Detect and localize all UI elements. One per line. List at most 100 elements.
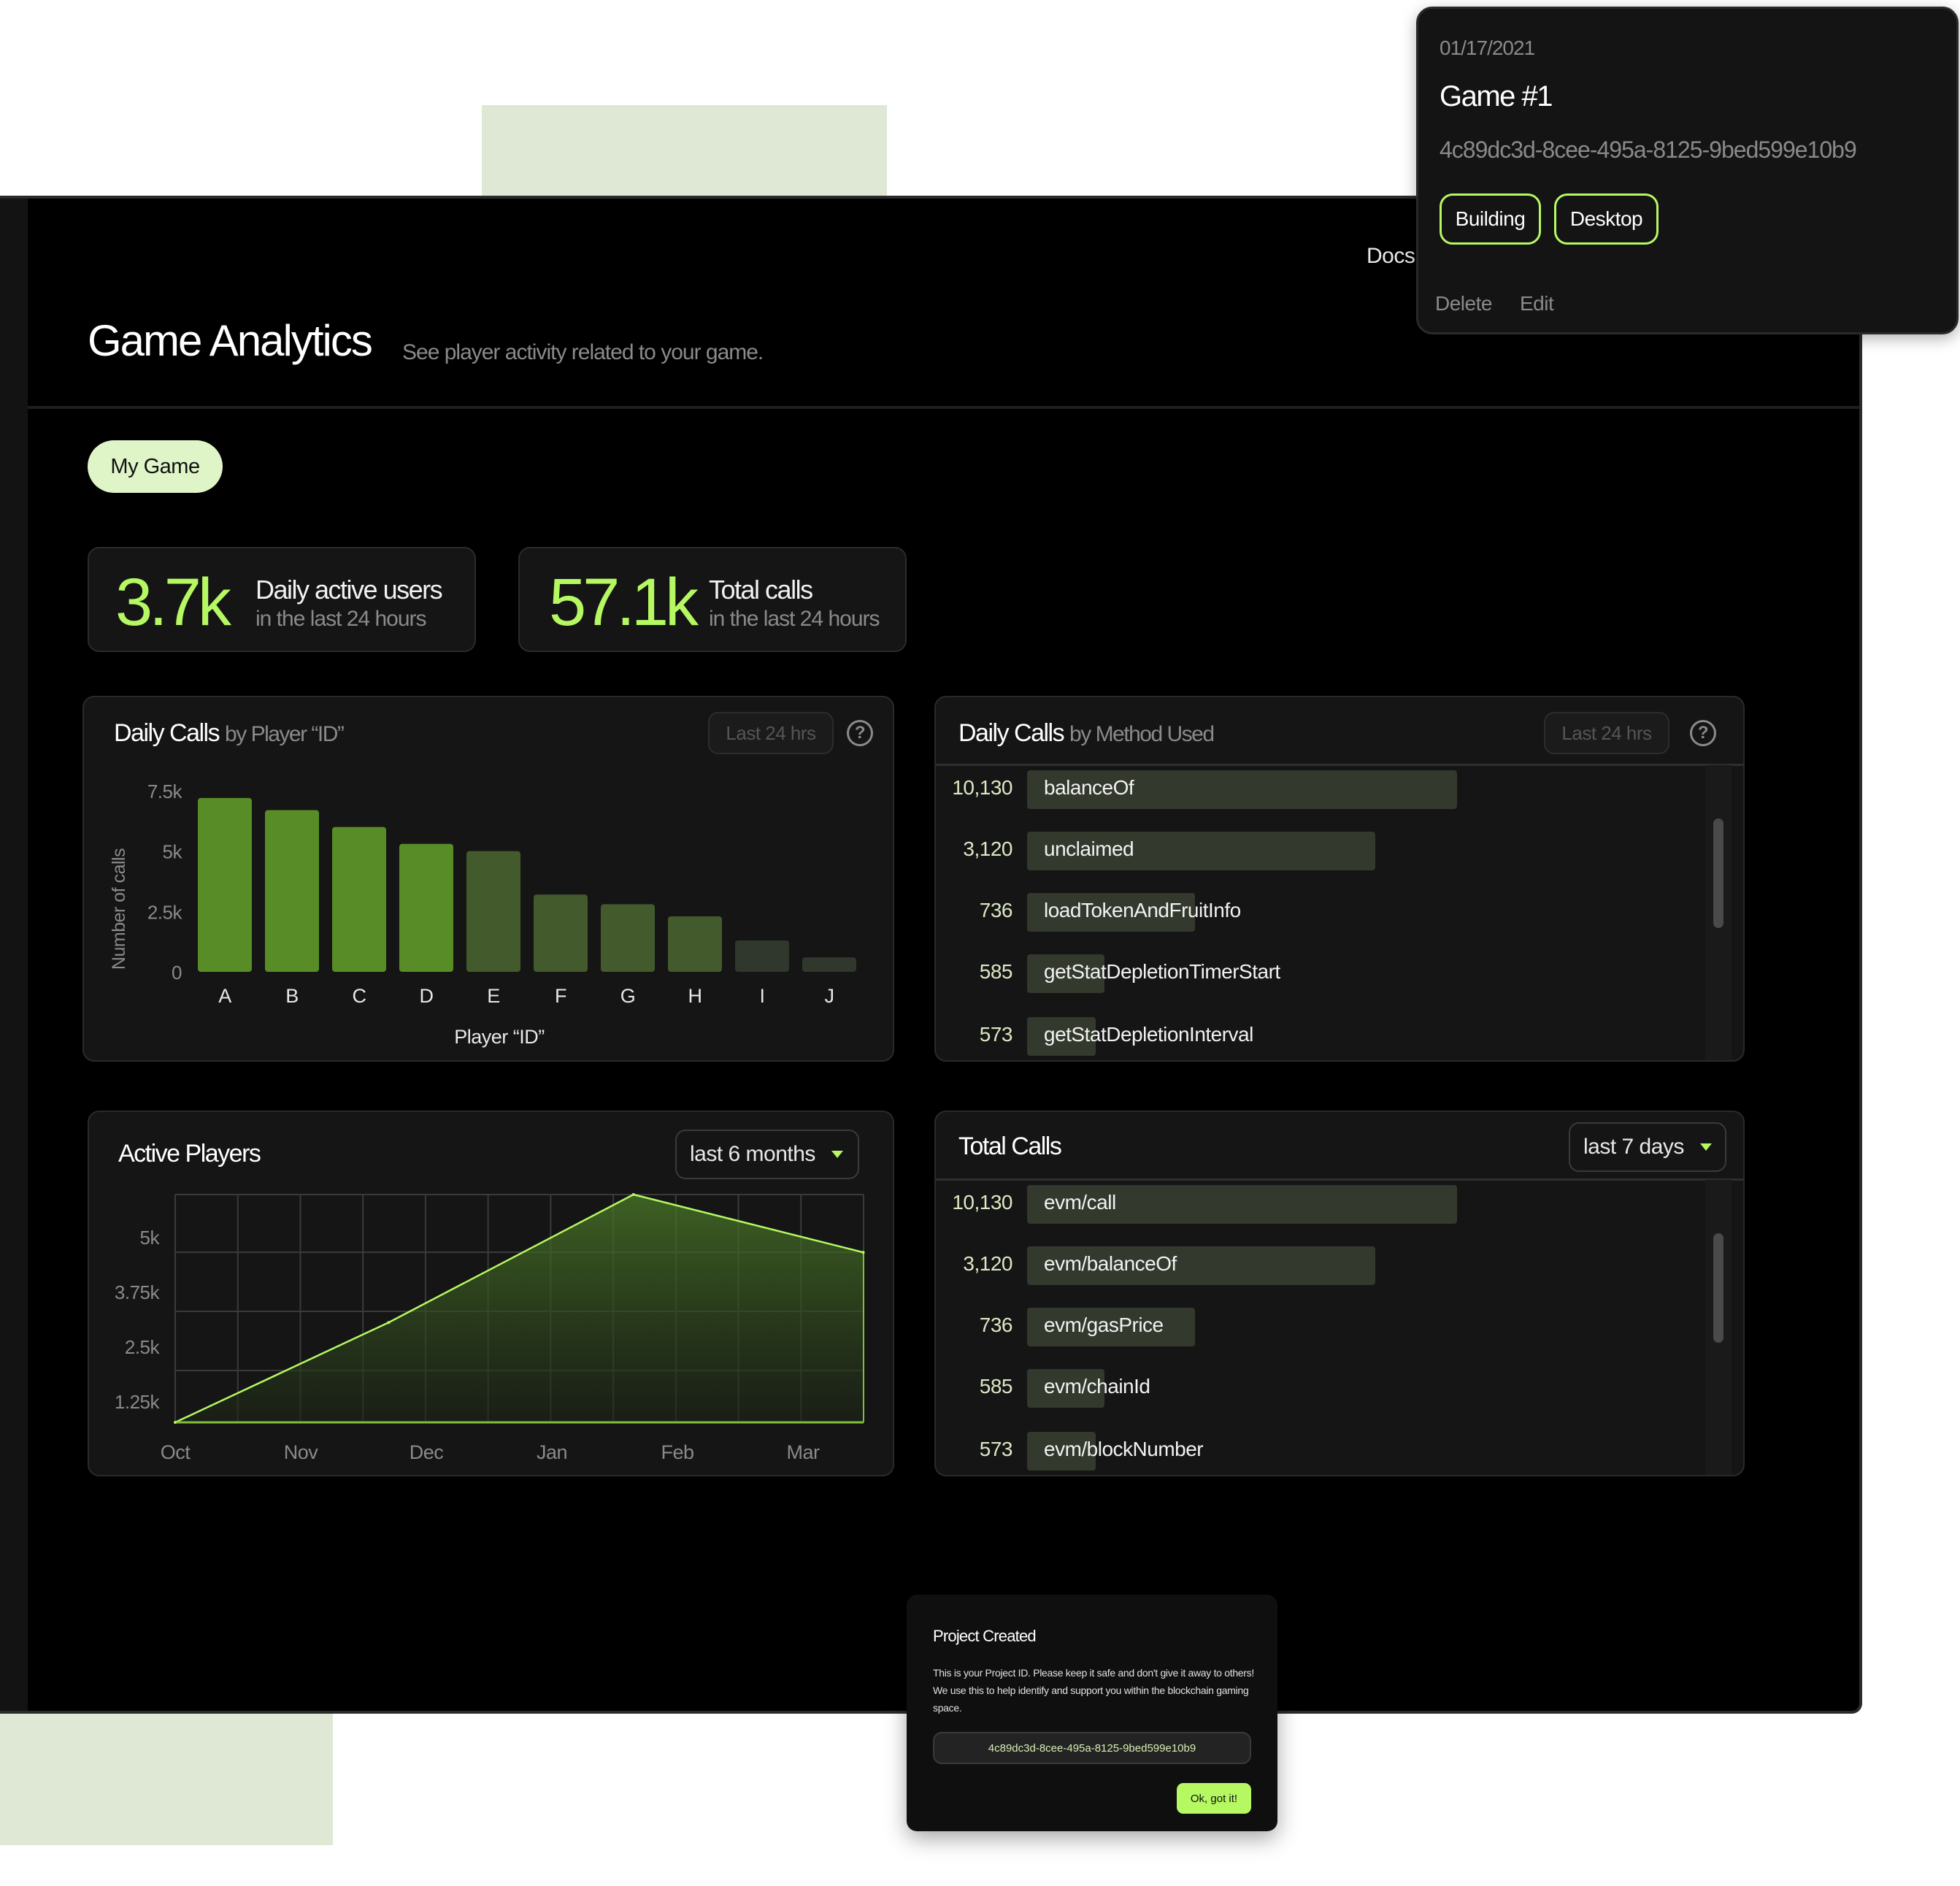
list-row[interactable]: 3,120 evm/balanceOf bbox=[936, 1246, 1710, 1285]
stat-sublabel: in the last 24 hours bbox=[709, 607, 880, 631]
delete-button[interactable]: Delete bbox=[1435, 292, 1492, 315]
method-list: 10,130 balanceOf 3,120 unclaimed 736 loadToke… bbox=[936, 697, 1710, 1060]
list-row[interactable]: 10,130 evm/call bbox=[936, 1185, 1710, 1224]
sidebar-strip bbox=[0, 199, 28, 1711]
x-tick-label: Dec bbox=[410, 1441, 444, 1463]
docs-link[interactable]: Docs bbox=[1367, 244, 1415, 269]
data-point[interactable] bbox=[631, 1193, 635, 1196]
list-row[interactable]: 736 loadTokenAndFruitInfo bbox=[936, 893, 1710, 932]
bar-F[interactable] bbox=[534, 894, 588, 972]
method-name: loadTokenAndFruitInfo bbox=[1044, 899, 1241, 921]
method-name: getStatDepletionInterval bbox=[1044, 1023, 1253, 1046]
header-divider bbox=[28, 406, 1859, 409]
game-card: 01/17/2021 Game #1 4c89dc3d-8cee-495a-81… bbox=[1416, 7, 1959, 334]
decorative-block-bottom bbox=[0, 1714, 333, 1845]
list-row[interactable]: 585 getStatDepletionTimerStart bbox=[936, 954, 1710, 993]
modal-title: Project Created bbox=[933, 1627, 1037, 1645]
bar-H[interactable] bbox=[668, 916, 722, 972]
method-name: evm/balanceOf bbox=[1044, 1252, 1177, 1275]
project-created-modal: Project Created This is your Project ID.… bbox=[907, 1595, 1277, 1831]
method-name: unclaimed bbox=[1044, 837, 1134, 860]
area-fill bbox=[175, 1195, 864, 1422]
x-tick-label: E bbox=[487, 985, 500, 1007]
y-tick-label: 2.5k bbox=[147, 901, 183, 923]
x-tick-label: Jan bbox=[537, 1441, 567, 1463]
x-tick-label: B bbox=[285, 985, 299, 1007]
data-point[interactable] bbox=[861, 1251, 865, 1254]
x-tick-label: C bbox=[353, 985, 366, 1007]
x-tick-label: Mar bbox=[787, 1441, 820, 1463]
stat-card-daily-active-users: 3.7k Daily active users in the last 24 h… bbox=[88, 547, 476, 652]
list-row[interactable]: 573 getStatDepletionInterval bbox=[936, 1017, 1710, 1056]
game-date: 01/17/2021 bbox=[1440, 37, 1535, 59]
edit-button[interactable]: Edit bbox=[1520, 292, 1554, 315]
stat-sublabel: in the last 24 hours bbox=[255, 607, 426, 631]
y-tick-label: 5k bbox=[163, 841, 183, 863]
list-row[interactable]: 573 evm/blockNumber bbox=[936, 1432, 1710, 1471]
y-tick-label: 0 bbox=[172, 962, 182, 984]
daily-calls-by-method-panel: Daily Calls by Method Used Last 24 hrs ?… bbox=[934, 696, 1745, 1062]
data-point[interactable] bbox=[387, 1321, 391, 1325]
total-calls-panel: Total Calls last 7 days 10,130 evm/call 3,… bbox=[934, 1111, 1745, 1476]
tag-building[interactable]: Building bbox=[1440, 193, 1541, 245]
data-point[interactable] bbox=[174, 1421, 177, 1424]
bar-A[interactable] bbox=[198, 797, 252, 972]
page-title: Game Analytics bbox=[88, 316, 373, 365]
x-tick-label: A bbox=[218, 985, 231, 1007]
game-id: 4c89dc3d-8cee-495a-8125-9bed599e10b9 bbox=[1440, 137, 1857, 163]
method-name: evm/chainId bbox=[1044, 1375, 1150, 1398]
call-count: 736 bbox=[979, 1314, 1013, 1336]
decorative-block-top bbox=[482, 105, 887, 196]
y-tick-label: 5k bbox=[140, 1227, 161, 1249]
method-name: getStatDepletionTimerStart bbox=[1044, 960, 1280, 983]
dashboard-window: Docs Game Analytics See player activity … bbox=[0, 196, 1862, 1714]
x-tick-label: F bbox=[555, 985, 566, 1007]
x-tick-label: Feb bbox=[661, 1441, 693, 1463]
list-row[interactable]: 585 evm/chainId bbox=[936, 1369, 1710, 1408]
bar-J[interactable] bbox=[802, 957, 856, 972]
method-name: balanceOf bbox=[1044, 776, 1134, 799]
list-row[interactable]: 3,120 unclaimed bbox=[936, 832, 1710, 870]
tab-my-game[interactable]: My Game bbox=[88, 440, 223, 493]
call-count: 736 bbox=[979, 899, 1013, 921]
x-tick-label: D bbox=[420, 985, 434, 1007]
active-players-panel: Active Players last 6 months 1.25k 2.5k 3.… bbox=[88, 1111, 894, 1476]
x-axis-title: Player “ID” bbox=[454, 1026, 545, 1048]
call-count: 10,130 bbox=[952, 1191, 1012, 1214]
bar-G[interactable] bbox=[601, 904, 655, 972]
tag-desktop[interactable]: Desktop bbox=[1554, 193, 1659, 245]
y-tick-label: 3.75k bbox=[115, 1281, 161, 1303]
y-tick-label: 2.5k bbox=[125, 1336, 161, 1358]
stat-label: Total calls bbox=[709, 575, 813, 605]
list-row[interactable]: 10,130 balanceOf bbox=[936, 770, 1710, 809]
bar-D[interactable] bbox=[399, 843, 453, 972]
scrollbar-thumb[interactable] bbox=[1713, 1233, 1723, 1343]
x-tick-label: Oct bbox=[161, 1441, 191, 1463]
call-count: 573 bbox=[979, 1438, 1013, 1460]
project-id-field[interactable]: 4c89dc3d-8cee-495a-8125-9bed599e10b9 bbox=[933, 1732, 1251, 1764]
y-tick-label: 7.5k bbox=[147, 781, 183, 802]
bar-B[interactable] bbox=[265, 810, 319, 972]
stat-value: 3.7k bbox=[115, 565, 231, 640]
x-tick-label: Nov bbox=[284, 1441, 319, 1463]
method-name: evm/gasPrice bbox=[1044, 1314, 1164, 1336]
x-tick-label: G bbox=[620, 985, 636, 1007]
modal-body: This is your Project ID. Please keep it … bbox=[933, 1667, 1254, 1714]
ok-got-it-button[interactable]: Ok, got it! bbox=[1177, 1783, 1251, 1814]
x-tick-label: I bbox=[759, 985, 764, 1007]
call-count: 585 bbox=[979, 960, 1013, 983]
call-count: 573 bbox=[979, 1023, 1013, 1046]
call-count: 10,130 bbox=[952, 776, 1012, 799]
call-count: 3,120 bbox=[963, 1252, 1012, 1275]
total-calls-list: 10,130 evm/call 3,120 evm/balanceOf 736 evm/g… bbox=[936, 1112, 1710, 1475]
bar-C[interactable] bbox=[332, 827, 386, 972]
game-name: Game #1 bbox=[1440, 80, 1553, 112]
bar-E[interactable] bbox=[466, 851, 520, 972]
daily-calls-by-player-panel: Daily Calls by Player “ID” Last 24 hrs ?… bbox=[82, 696, 894, 1062]
area-chart: 1.25k 2.5k 3.75k 5k Oct Nov Dec Jan Feb Mar bbox=[115, 1193, 865, 1463]
list-row[interactable]: 736 evm/gasPrice bbox=[936, 1308, 1710, 1346]
method-name: evm/blockNumber bbox=[1044, 1438, 1204, 1460]
x-tick-label: J bbox=[825, 985, 834, 1007]
bar-I[interactable] bbox=[735, 940, 789, 972]
scrollbar-thumb[interactable] bbox=[1713, 819, 1723, 928]
